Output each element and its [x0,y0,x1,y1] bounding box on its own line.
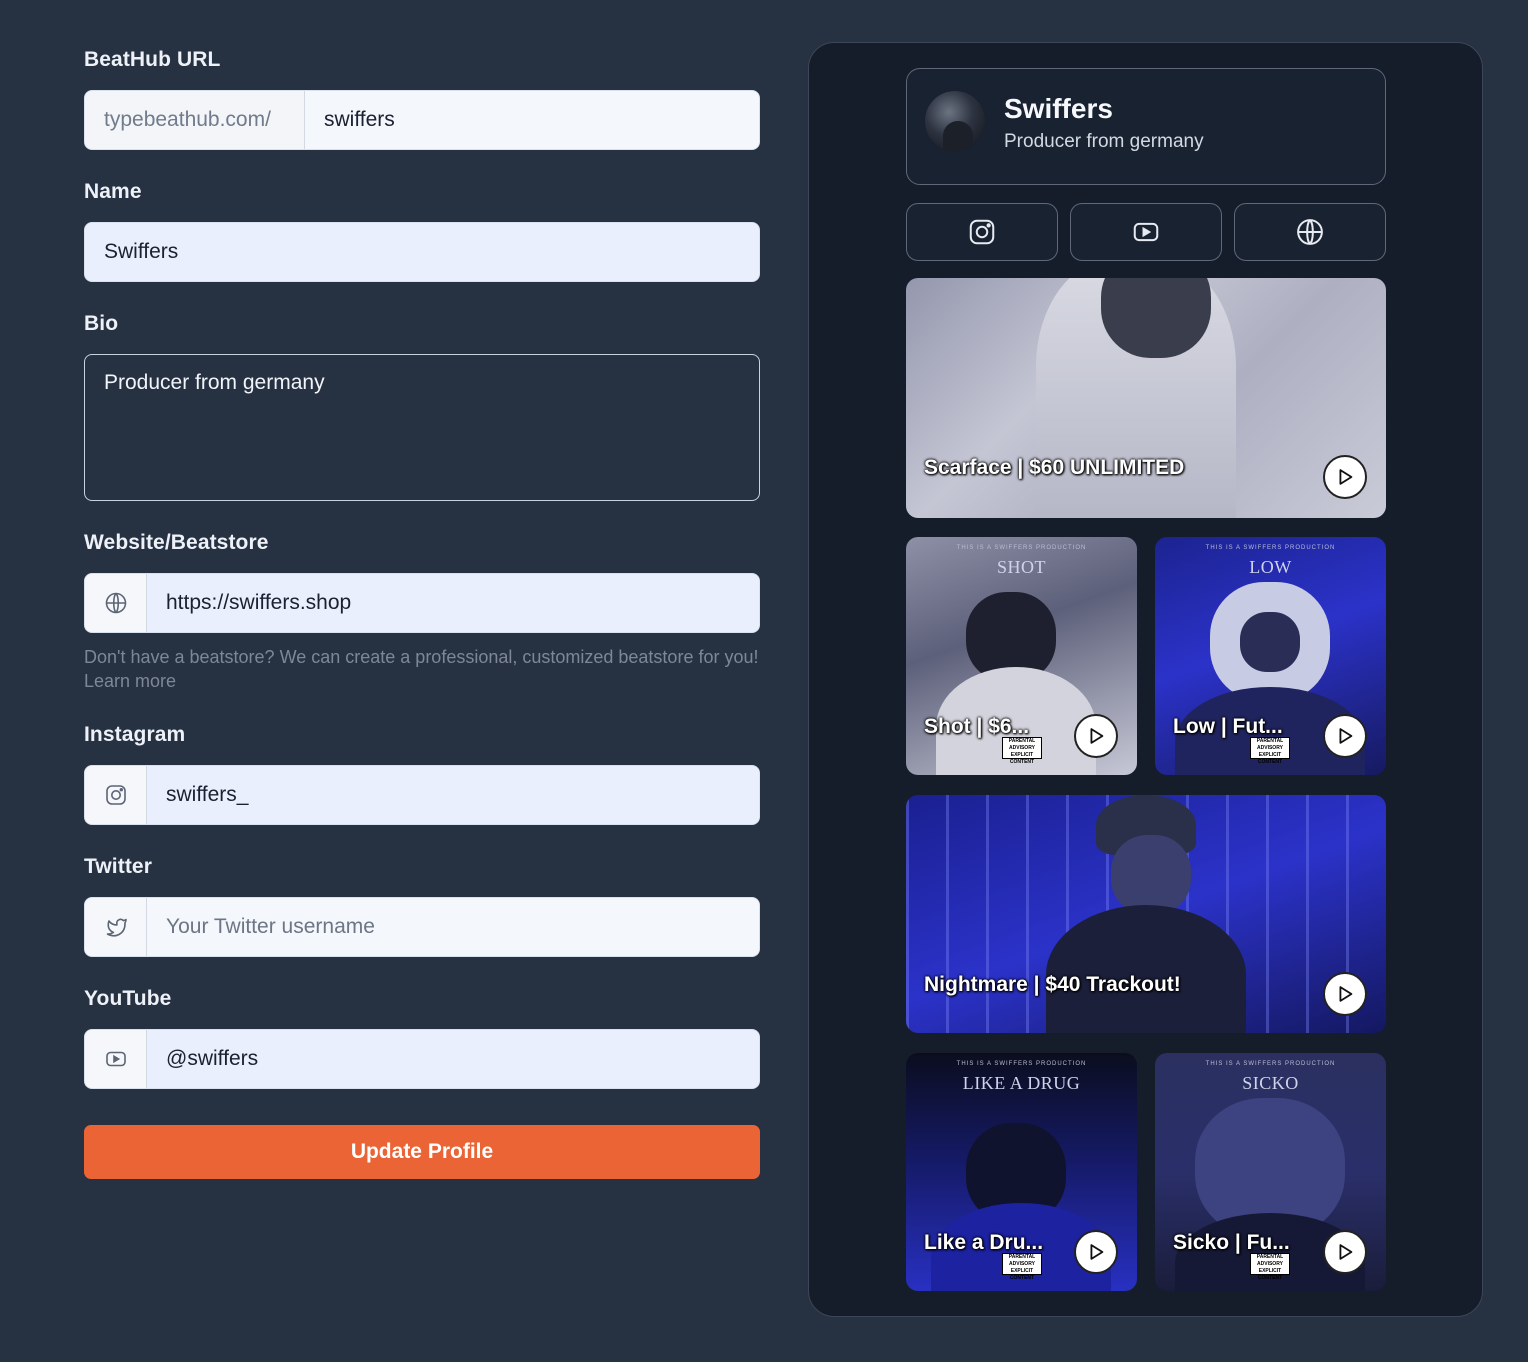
bio-label: Bio [84,312,119,335]
preview-name: Swiffers [1004,93,1113,124]
advisory-label: PARENTAL ADVISORY EXPLICIT CONTENT [1250,737,1290,765]
preview-bio: Producer from germany [1004,131,1204,152]
twitter-field [84,897,760,957]
youtube-label: YouTube [84,987,172,1010]
play-icon [1339,728,1353,744]
avatar [925,91,985,151]
cover-text: LOW [1249,557,1292,577]
youtube-icon [85,1030,147,1088]
play-icon [1339,1244,1353,1260]
instagram-icon [85,766,147,824]
beat-title: Like a Dru... [924,1231,1044,1254]
profile-preview: Swiffers Producer from germany Scarface … [808,42,1483,1317]
beat-title: Low | Fut... [1173,715,1283,738]
beat-card[interactable]: THIS IS A SWIFFERS PRODUCTION LOW Low | … [1155,537,1386,775]
play-button[interactable] [1323,972,1367,1016]
youtube-input[interactable] [147,1030,759,1088]
instagram-field [84,765,760,825]
instagram-link-button[interactable] [906,203,1058,261]
website-label: Website/Beatstore [84,531,269,554]
url-input[interactable] [305,91,759,149]
beat-title: Scarface | $60 UNLIMITED [924,456,1185,479]
play-icon [1339,986,1353,1002]
beat-title: Nightmare | $40 Trackout! [924,973,1181,996]
play-button[interactable] [1074,1230,1118,1274]
advisory-label: PARENTAL ADVISORY EXPLICIT CONTENT [1002,1253,1042,1281]
instagram-input[interactable] [147,766,759,824]
play-icon [1339,469,1353,485]
cover-figure [1046,905,1246,1033]
profile-card: Swiffers Producer from germany [906,68,1386,185]
beat-card[interactable]: Scarface | $60 UNLIMITED [906,278,1386,518]
url-prefix: typebeathub.com/ [85,91,305,149]
twitter-icon [85,898,147,956]
url-label: BeatHub URL [84,48,221,71]
youtube-link-button[interactable] [1070,203,1222,261]
beat-card[interactable]: THIS IS A SWIFFERS PRODUCTION SHOT Shot … [906,537,1137,775]
beat-card[interactable]: THIS IS A SWIFFERS PRODUCTION LIKE A DRU… [906,1053,1137,1291]
update-profile-button[interactable]: Update Profile [84,1125,760,1179]
advisory-label: PARENTAL ADVISORY EXPLICIT CONTENT [1002,737,1042,765]
cover-face [1240,612,1300,672]
cover-caption: THIS IS A SWIFFERS PRODUCTION [1205,545,1336,551]
website-help-text: Don't have a beatstore? We can create a … [84,647,759,691]
play-icon [1090,728,1104,744]
cover-caption: THIS IS A SWIFFERS PRODUCTION [956,545,1087,551]
url-field: typebeathub.com/ [84,90,760,150]
globe-icon [1297,219,1323,245]
cover-head [1111,835,1191,915]
beat-card[interactable]: THIS IS A SWIFFERS PRODUCTION SICKO Sick… [1155,1053,1386,1291]
play-icon [1090,1244,1104,1260]
youtube-field [84,1029,760,1089]
cover-text: SHOT [996,557,1046,577]
cover-caption: THIS IS A SWIFFERS PRODUCTION [956,1061,1087,1067]
instagram-icon [969,219,995,245]
name-input[interactable] [85,223,759,281]
play-button[interactable] [1323,1230,1367,1274]
bio-textarea[interactable]: Producer from germany [84,354,760,501]
cover-text: SICKO [1242,1073,1299,1093]
instagram-label: Instagram [84,723,186,746]
beat-title: Sicko | Fu... [1173,1231,1290,1254]
play-button[interactable] [1074,714,1118,758]
globe-icon [85,574,147,632]
cover-text: LIKE A DRUG [962,1073,1081,1093]
website-input[interactable] [147,574,759,632]
twitter-input[interactable] [147,898,759,956]
advisory-label: PARENTAL ADVISORY EXPLICIT CONTENT [1250,1253,1290,1281]
twitter-label: Twitter [84,855,152,878]
name-field [84,222,760,282]
play-button[interactable] [1323,455,1367,499]
name-label: Name [84,180,142,203]
beat-card[interactable]: Nightmare | $40 Trackout! [906,795,1386,1033]
cover-caption: THIS IS A SWIFFERS PRODUCTION [1205,1061,1336,1067]
youtube-icon [1133,222,1159,242]
website-field [84,573,760,633]
website-link-button[interactable] [1234,203,1386,261]
play-button[interactable] [1323,714,1367,758]
beat-title: Shot | $6... [924,715,1030,738]
